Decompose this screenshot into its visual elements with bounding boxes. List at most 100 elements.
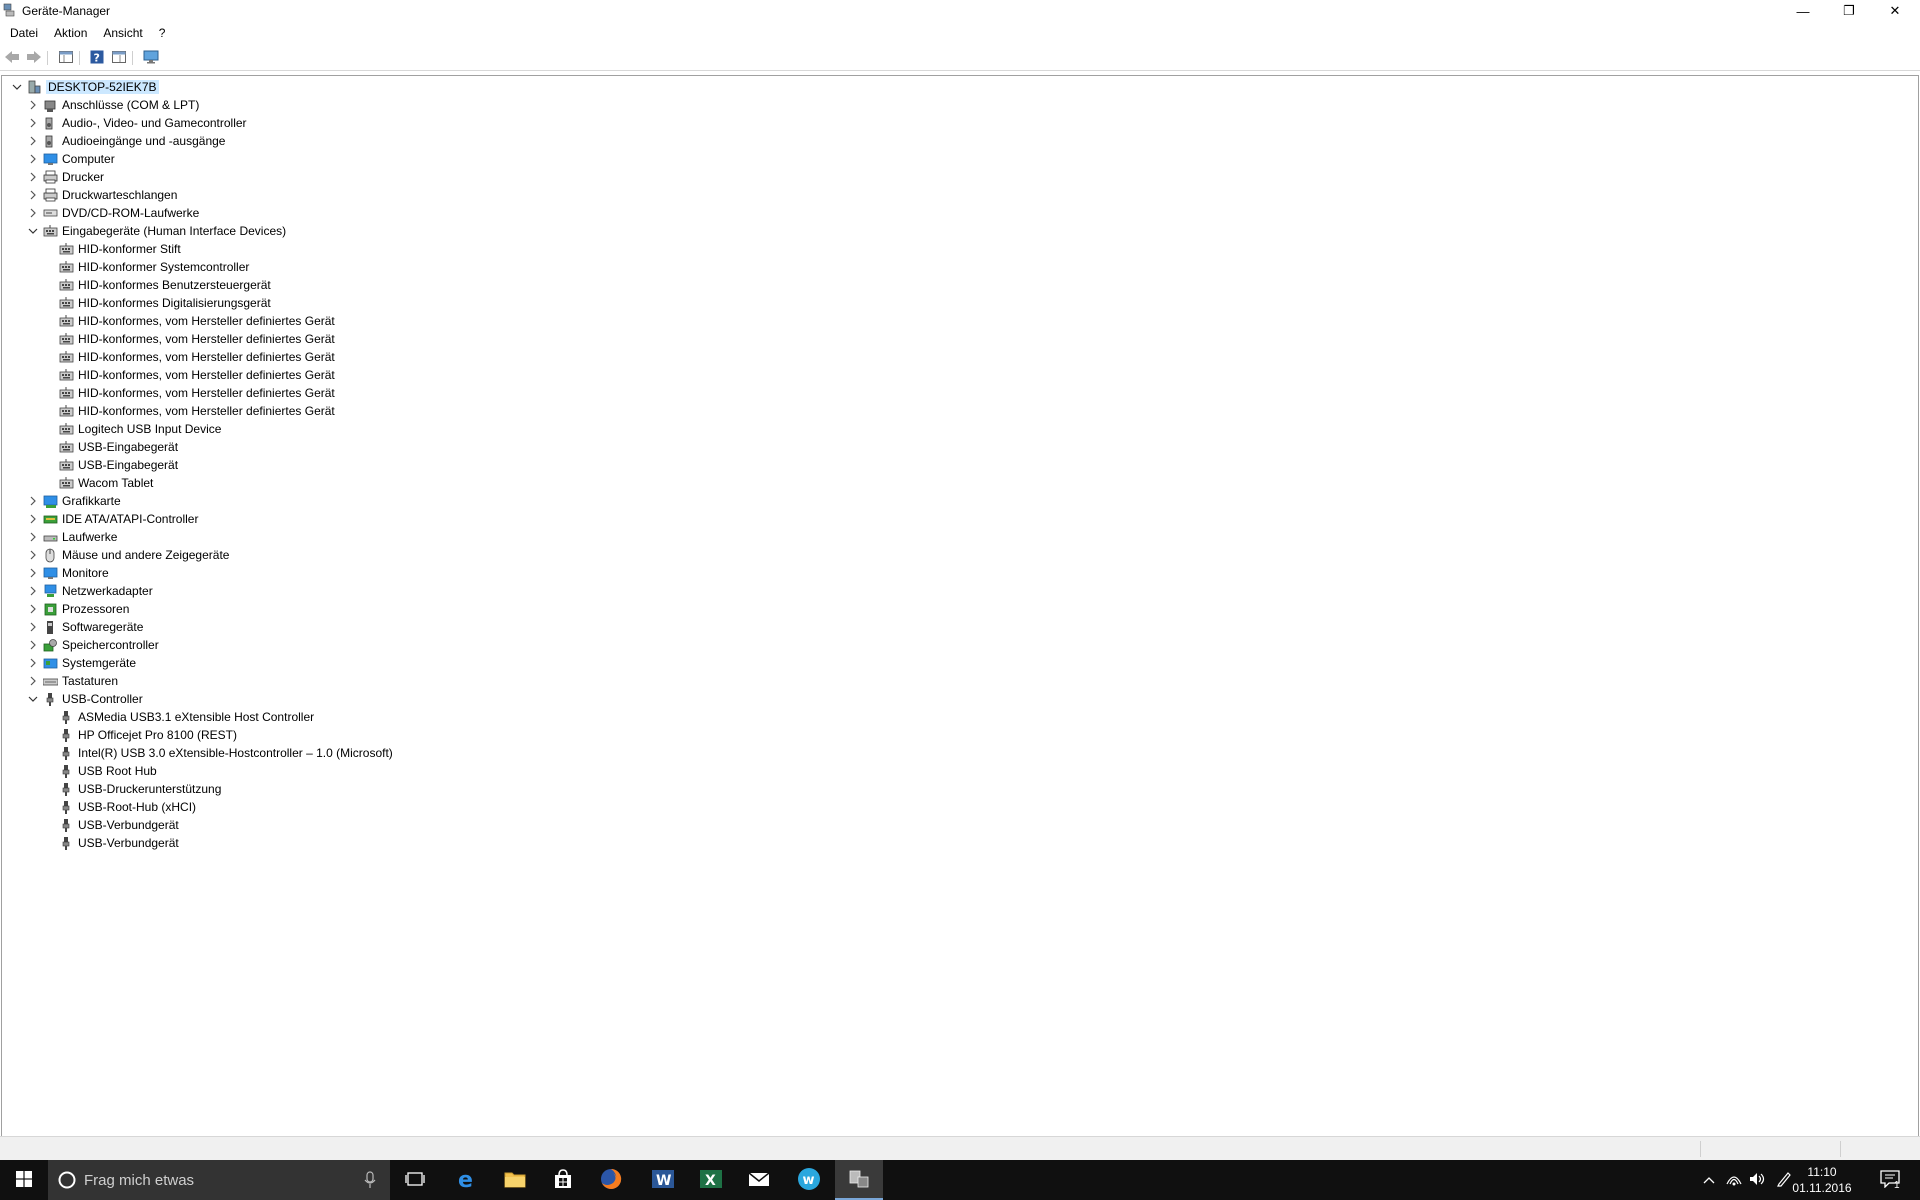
tree-device[interactable]: USB-Druckerunterstützung <box>56 780 221 798</box>
menu-ansicht[interactable]: Ansicht <box>93 23 148 43</box>
tree-device[interactable]: HP Officejet Pro 8100 (REST) <box>56 726 237 744</box>
close-button[interactable]: ✕ <box>1872 0 1918 22</box>
edge-button[interactable]: e <box>443 1160 491 1200</box>
tree-device[interactable]: ASMedia USB3.1 eXtensible Host Controlle… <box>56 708 314 726</box>
clock[interactable]: 11:10 01.11.2016 <box>1792 1164 1852 1196</box>
expand-chevron-icon[interactable] <box>26 636 40 654</box>
tree-device[interactable]: Logitech USB Input Device <box>56 420 221 438</box>
expand-chevron-icon[interactable] <box>26 564 40 582</box>
app-w-button[interactable]: w <box>785 1160 833 1200</box>
back-button[interactable] <box>3 49 21 67</box>
search-box[interactable]: Frag mich etwas <box>48 1160 390 1200</box>
tree-category[interactable]: USB-Controller <box>26 690 143 708</box>
tree-device[interactable]: HID-konformes, vom Hersteller definierte… <box>56 366 335 384</box>
tree-device[interactable]: USB-Root-Hub (xHCI) <box>56 798 196 816</box>
expand-chevron-icon[interactable] <box>26 600 40 618</box>
network-tray-button[interactable] <box>1722 1160 1746 1200</box>
tree-device[interactable]: HID-konformes, vom Hersteller definierte… <box>56 348 335 366</box>
start-button[interactable] <box>0 1160 48 1200</box>
expand-chevron-icon[interactable] <box>26 150 40 168</box>
tree-category[interactable]: Monitore <box>26 564 109 582</box>
restore-button[interactable]: ❐ <box>1826 0 1872 22</box>
tree-category[interactable]: Softwaregeräte <box>26 618 143 636</box>
expand-chevron-icon[interactable] <box>26 618 40 636</box>
tree-category[interactable]: Anschlüsse (COM & LPT) <box>26 96 199 114</box>
collapse-chevron-icon[interactable] <box>10 78 24 96</box>
tree-device[interactable]: Wacom Tablet <box>56 474 153 492</box>
expand-chevron-icon[interactable] <box>26 528 40 546</box>
expand-chevron-icon[interactable] <box>26 186 40 204</box>
forward-button[interactable] <box>25 49 43 67</box>
collapse-chevron-icon[interactable] <box>26 690 40 708</box>
task-view-button[interactable] <box>391 1160 439 1200</box>
volume-tray-button[interactable] <box>1746 1160 1770 1200</box>
expand-chevron-icon[interactable] <box>26 132 40 150</box>
show-hidden-icons-button[interactable] <box>1698 1160 1720 1200</box>
tree-category[interactable]: Audioeingänge und -ausgänge <box>26 132 225 150</box>
tree-device[interactable]: HID-konformer Stift <box>56 240 181 258</box>
tree-device[interactable]: HID-konformer Systemcontroller <box>56 258 249 276</box>
expand-chevron-icon[interactable] <box>26 492 40 510</box>
tree-category[interactable]: Systemgeräte <box>26 654 136 672</box>
action-center-button[interactable]: 1 <box>1872 1160 1908 1200</box>
menu-help[interactable]: ? <box>149 23 172 43</box>
tree-root[interactable]: DESKTOP-52IEK7B <box>10 78 159 96</box>
tree-category[interactable]: Speichercontroller <box>26 636 159 654</box>
task-view-icon <box>405 1171 425 1190</box>
tree-category[interactable]: Mäuse und andere Zeigegeräte <box>26 546 229 564</box>
tree-device[interactable]: HID-konformes Digitalisierungsgerät <box>56 294 271 312</box>
tree-category[interactable]: Tastaturen <box>26 672 118 690</box>
tree-device[interactable]: HID-konformes, vom Hersteller definierte… <box>56 330 335 348</box>
tree-category[interactable]: Druckwarteschlangen <box>26 186 177 204</box>
tree-item-label: Druckwarteschlangen <box>62 188 178 202</box>
expand-chevron-icon[interactable] <box>26 204 40 222</box>
tree-device[interactable]: HID-konformes, vom Hersteller definierte… <box>56 402 335 420</box>
tree-item-label: Audio-, Video- und Gamecontroller <box>62 116 247 130</box>
word-button[interactable]: W <box>639 1160 687 1200</box>
tree-category[interactable]: Computer <box>26 150 115 168</box>
firefox-button[interactable] <box>587 1160 635 1200</box>
expand-chevron-icon[interactable] <box>26 114 40 132</box>
hid-icon <box>58 313 74 329</box>
tree-category[interactable]: Drucker <box>26 168 104 186</box>
menu-datei[interactable]: Datei <box>0 23 44 43</box>
tree-category[interactable]: Prozessoren <box>26 600 129 618</box>
microphone-icon[interactable] <box>364 1171 376 1192</box>
expand-chevron-icon[interactable] <box>26 168 40 186</box>
expand-chevron-icon[interactable] <box>26 546 40 564</box>
menu-aktion[interactable]: Aktion <box>44 23 93 43</box>
tree-device[interactable]: HID-konformes, vom Hersteller definierte… <box>56 384 335 402</box>
expand-chevron-icon[interactable] <box>26 654 40 672</box>
tree-category[interactable]: Audio-, Video- und Gamecontroller <box>26 114 247 132</box>
expand-chevron-icon[interactable] <box>26 96 40 114</box>
minimize-button[interactable]: — <box>1780 0 1826 22</box>
properties-pane-button[interactable] <box>57 49 75 67</box>
details-view-button[interactable] <box>110 49 128 67</box>
device-manager-taskbar-button[interactable] <box>835 1160 883 1200</box>
tree-category[interactable]: DVD/CD-ROM-Laufwerke <box>26 204 199 222</box>
excel-button[interactable]: X <box>687 1160 735 1200</box>
tree-device[interactable]: Intel(R) USB 3.0 eXtensible-Hostcontroll… <box>56 744 393 762</box>
tree-category[interactable]: Grafikkarte <box>26 492 121 510</box>
tree-device[interactable]: HID-konformes Benutzersteuergerät <box>56 276 271 294</box>
mail-button[interactable] <box>735 1160 783 1200</box>
tree-device[interactable]: USB-Eingabegerät <box>56 438 178 456</box>
expand-chevron-icon[interactable] <box>26 672 40 690</box>
expand-chevron-icon[interactable] <box>26 510 40 528</box>
store-button[interactable] <box>539 1160 587 1200</box>
tree-device[interactable]: USB-Verbundgerät <box>56 816 179 834</box>
tree-device[interactable]: USB-Verbundgerät <box>56 834 179 852</box>
file-explorer-button[interactable] <box>491 1160 539 1200</box>
tree-category[interactable]: Eingabegeräte (Human Interface Devices) <box>26 222 286 240</box>
collapse-chevron-icon[interactable] <box>26 222 40 240</box>
tree-device[interactable]: USB-Eingabegerät <box>56 456 178 474</box>
tree-device[interactable]: HID-konformes, vom Hersteller definierte… <box>56 312 335 330</box>
toolbar-separator <box>47 51 48 65</box>
expand-chevron-icon[interactable] <box>26 582 40 600</box>
help-button[interactable]: ? <box>88 49 106 67</box>
tree-category[interactable]: IDE ATA/ATAPI-Controller <box>26 510 198 528</box>
tree-category[interactable]: Netzwerkadapter <box>26 582 153 600</box>
tree-device[interactable]: USB Root Hub <box>56 762 157 780</box>
scan-hardware-button[interactable] <box>142 49 160 67</box>
tree-category[interactable]: Laufwerke <box>26 528 117 546</box>
